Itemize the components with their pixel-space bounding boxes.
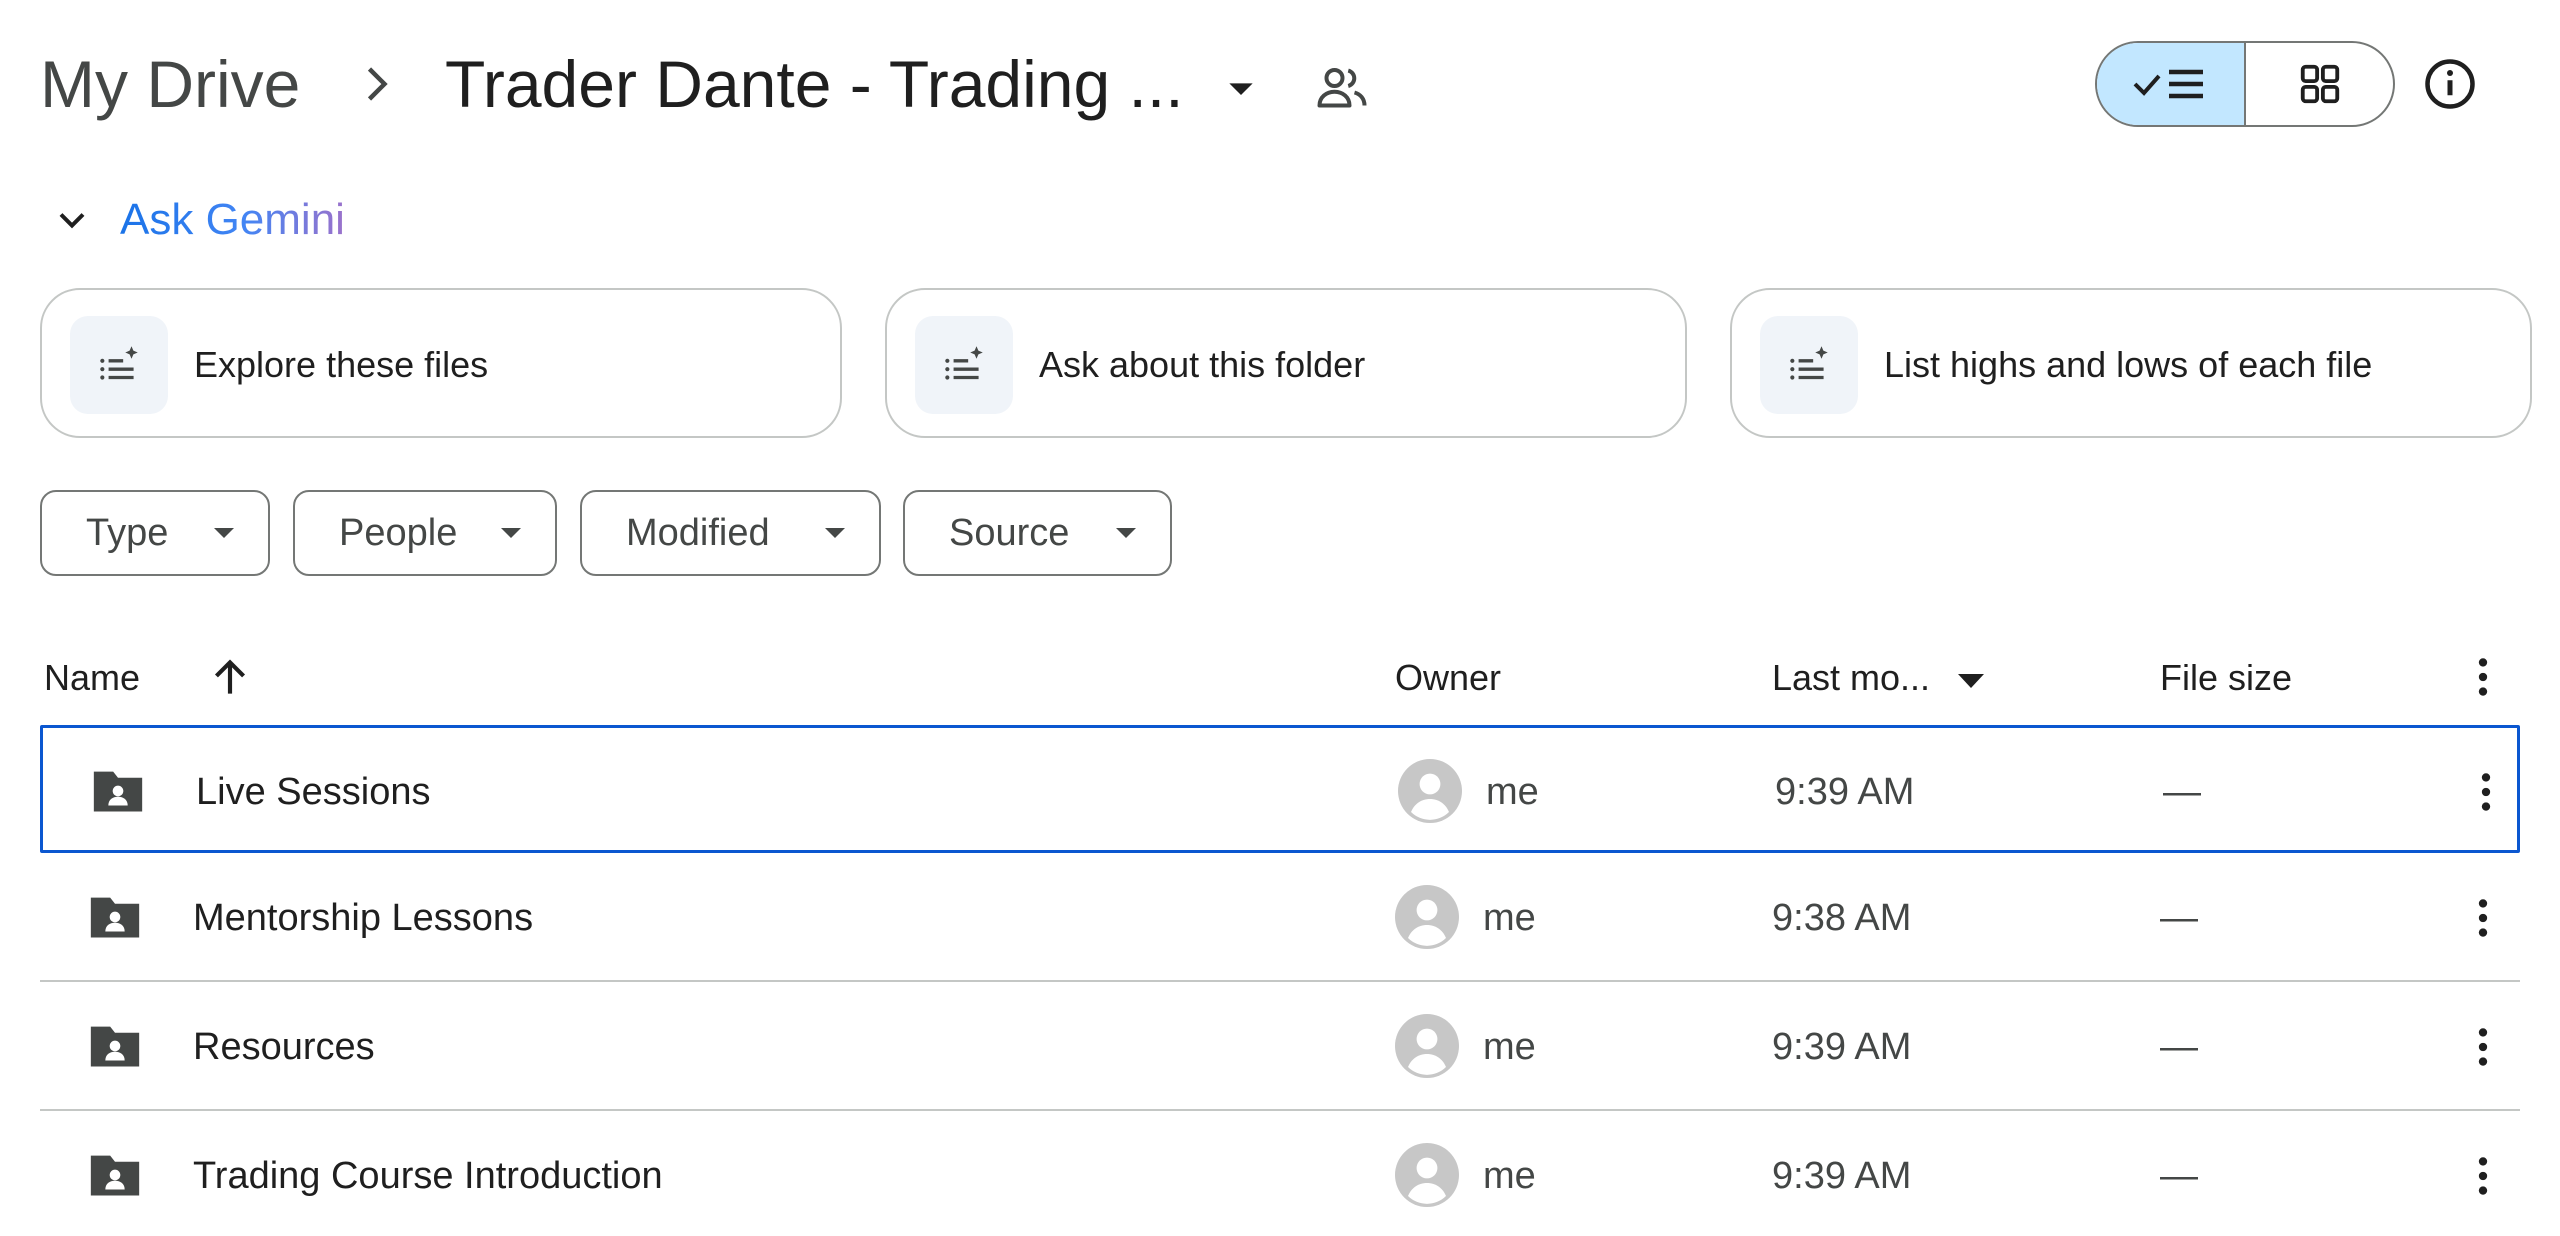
file-name: Live Sessions bbox=[196, 771, 431, 813]
column-name[interactable]: Name bbox=[44, 654, 140, 702]
column-last-modified[interactable]: Last mo... bbox=[1772, 654, 1930, 702]
filter-label: Modified bbox=[626, 511, 770, 554]
file-name: Trading Course Introduction bbox=[193, 1155, 663, 1197]
view-toggle bbox=[2095, 41, 2395, 127]
caret-down-icon bbox=[501, 528, 521, 538]
gemini-list-sparkle-icon bbox=[1760, 316, 1858, 414]
avatar bbox=[1395, 1014, 1459, 1078]
info-icon[interactable] bbox=[2420, 54, 2480, 114]
chevron-right-icon bbox=[367, 67, 388, 101]
file-size: — bbox=[2160, 897, 2198, 939]
more-vert-icon[interactable] bbox=[2458, 893, 2508, 943]
modified-time: 9:39 AM bbox=[1775, 771, 1915, 813]
filter-modified[interactable]: Modified bbox=[580, 490, 881, 576]
arrow-up-icon[interactable] bbox=[205, 652, 255, 702]
filter-type[interactable]: Type bbox=[40, 490, 270, 576]
gemini-list-sparkle-icon bbox=[70, 316, 168, 414]
owner-name: me bbox=[1483, 897, 1536, 939]
modified-time: 9:39 AM bbox=[1772, 1026, 1912, 1068]
breadcrumb-root[interactable]: My Drive bbox=[40, 44, 300, 124]
avatar bbox=[1395, 1143, 1459, 1207]
breadcrumb-current-folder[interactable]: Trader Dante - Trading ... bbox=[445, 44, 1184, 124]
suggestion-label: Ask about this folder bbox=[1039, 344, 1366, 385]
more-vert-icon[interactable] bbox=[2458, 652, 2508, 702]
column-file-size[interactable]: File size bbox=[2160, 654, 2292, 702]
file-name: Resources bbox=[193, 1026, 375, 1068]
grid-icon bbox=[2300, 64, 2339, 104]
filter-label: Type bbox=[86, 511, 169, 554]
filter-label: People bbox=[339, 511, 458, 554]
column-owner[interactable]: Owner bbox=[1395, 654, 1501, 702]
shared-folder-icon bbox=[90, 1155, 140, 1196]
chevron-down-icon bbox=[59, 213, 85, 229]
suggestion-highs-lows[interactable]: List highs and lows of each file bbox=[1730, 288, 2532, 438]
filter-chips: Type People Modified Source bbox=[40, 490, 1340, 576]
caret-down-icon bbox=[214, 528, 234, 538]
caret-down-icon[interactable] bbox=[1213, 60, 1269, 116]
more-vert-icon[interactable] bbox=[2461, 767, 2511, 817]
caret-down-icon[interactable] bbox=[1958, 674, 1984, 688]
modified-time: 9:38 AM bbox=[1772, 897, 1912, 939]
owner-name: me bbox=[1483, 1155, 1536, 1197]
ask-gemini-label: Ask Gemini bbox=[120, 195, 345, 244]
ask-gemini-toggle[interactable]: Ask Gemini bbox=[40, 190, 640, 250]
suggestion-ask-folder[interactable]: Ask about this folder bbox=[885, 288, 1687, 438]
table-header: Name Owner Last mo... File size bbox=[40, 636, 2520, 716]
table-row[interactable]: Live Sessions me 9:39 AM — bbox=[40, 725, 2520, 853]
filter-label: Source bbox=[949, 511, 1070, 554]
gemini-suggestions: Explore these files Ask about this folde… bbox=[40, 288, 2532, 438]
file-size: — bbox=[2163, 771, 2201, 813]
list-view-button[interactable] bbox=[2097, 43, 2244, 125]
caret-down-icon bbox=[825, 528, 845, 538]
avatar bbox=[1395, 885, 1459, 949]
gemini-list-sparkle-icon bbox=[915, 316, 1013, 414]
suggestion-explore-files[interactable]: Explore these files bbox=[40, 288, 842, 438]
modified-time: 9:39 AM bbox=[1772, 1155, 1912, 1197]
filter-source[interactable]: Source bbox=[903, 490, 1172, 576]
table-row[interactable]: Mentorship Lessons me 9:38 AM — bbox=[40, 854, 2520, 982]
avatar bbox=[1398, 759, 1462, 823]
more-vert-icon[interactable] bbox=[2458, 1151, 2508, 1201]
table-row[interactable]: Trading Course Introduction me 9:39 AM — bbox=[40, 1112, 2520, 1236]
shared-folder-icon bbox=[90, 897, 140, 938]
shared-folder-icon bbox=[90, 1026, 140, 1067]
grid-view-button[interactable] bbox=[2244, 43, 2393, 125]
caret-down-icon bbox=[1116, 528, 1136, 538]
file-size: — bbox=[2160, 1155, 2198, 1197]
owner-name: me bbox=[1483, 1026, 1536, 1068]
suggestion-label: List highs and lows of each file bbox=[1884, 344, 2373, 385]
shared-folder-icon bbox=[93, 771, 143, 812]
file-size: — bbox=[2160, 1026, 2198, 1068]
check-list-icon bbox=[2133, 69, 2203, 99]
shared-people-icon[interactable] bbox=[1312, 58, 1372, 118]
table-row[interactable]: Resources me 9:39 AM — bbox=[40, 983, 2520, 1111]
owner-name: me bbox=[1486, 771, 1539, 813]
header: My Drive Trader Dante - Trading ... bbox=[40, 30, 2520, 140]
filter-people[interactable]: People bbox=[293, 490, 557, 576]
suggestion-label: Explore these files bbox=[194, 344, 489, 385]
file-name: Mentorship Lessons bbox=[193, 897, 534, 939]
more-vert-icon[interactable] bbox=[2458, 1022, 2508, 1072]
